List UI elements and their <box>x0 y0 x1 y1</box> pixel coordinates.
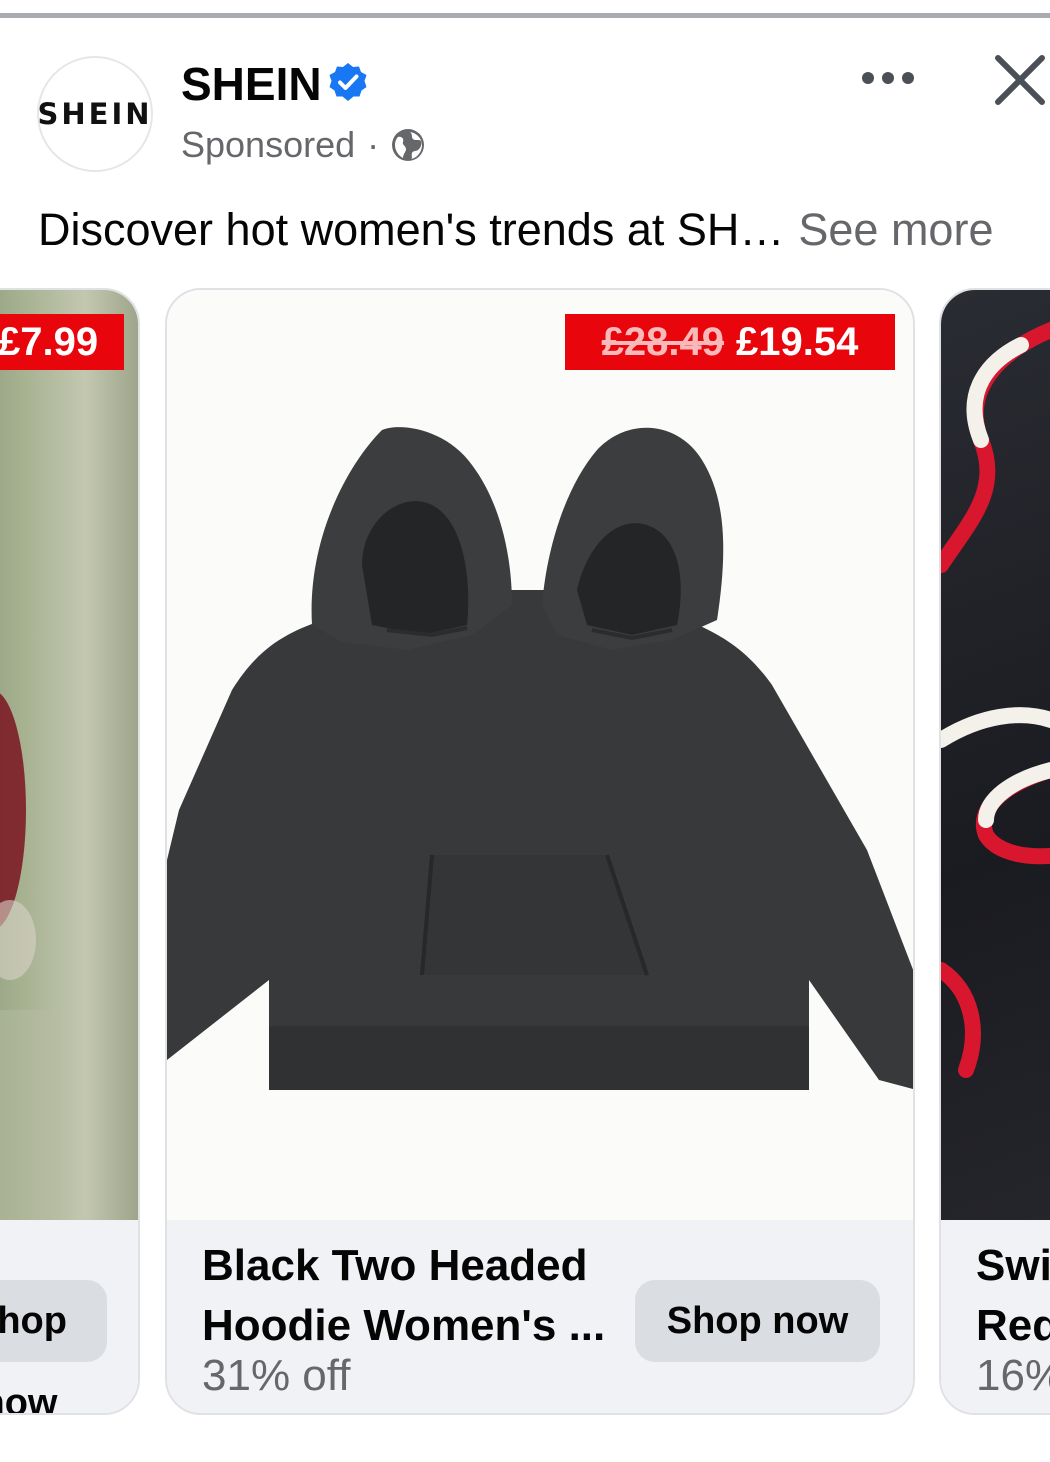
top-divider <box>0 13 1050 18</box>
card-footer: Shop now <box>0 1220 138 1413</box>
caption-text: Discover hot women's trends at SH… <box>38 204 785 255</box>
shop-now-button[interactable]: Shop now <box>635 1280 880 1362</box>
discount-label: 16% <box>976 1351 1050 1400</box>
discount-label: 31% off <box>202 1351 351 1400</box>
page-avatar[interactable]: SHEIN <box>37 56 153 172</box>
carousel-card-current[interactable]: £28.49 £19.54 Black Two Headed Hoodie Wom… <box>165 288 915 1415</box>
two-headed-hoodie-image <box>167 427 913 1090</box>
post-caption: Discover hot women's trends at SH… See mo… <box>38 200 993 260</box>
product-image[interactable]: £7.99 <box>0 290 138 1220</box>
striped-straps-photo-partial <box>941 322 1050 1078</box>
product-title-line-1[interactable]: Black Two Headed <box>202 1240 588 1292</box>
carousel-card-previous[interactable]: £7.99 Shop now <box>0 288 140 1415</box>
card-footer: Swi Red 16% <box>941 1220 1050 1413</box>
see-more-link[interactable]: See more <box>798 204 993 255</box>
avatar-logo-text: SHEIN <box>37 97 153 131</box>
sponsored-label[interactable]: Sponsored <box>181 124 355 166</box>
page-name[interactable]: SHEIN <box>181 58 322 110</box>
model-photo-partial <box>0 693 62 1220</box>
shop-now-button[interactable]: Shop now <box>0 1280 107 1413</box>
more-options-icon[interactable] <box>856 60 920 96</box>
product-image[interactable] <box>941 290 1050 1220</box>
product-title-line-1[interactable]: Swi <box>976 1240 1050 1292</box>
price-old: £28.49 <box>601 320 724 364</box>
card-footer: Black Two Headed Hoodie Women's ... 31% … <box>167 1220 913 1413</box>
price-badge: £28.49 £19.54 <box>565 314 895 370</box>
close-icon[interactable] <box>990 50 1050 110</box>
price-badge: £7.99 <box>0 314 125 370</box>
price-new: £7.99 <box>0 320 99 364</box>
verified-badge-icon <box>329 63 367 101</box>
carousel-card-next[interactable]: Swi Red 16% <box>939 288 1050 1415</box>
product-title-line-2[interactable]: Hoodie Women's ... <box>202 1300 605 1352</box>
product-image[interactable]: £28.49 £19.54 <box>167 290 913 1220</box>
product-title-line-2[interactable]: Red <box>976 1300 1050 1352</box>
globe-icon[interactable] <box>391 128 425 162</box>
post-meta: Sponsored · <box>181 124 425 166</box>
meta-separator: · <box>367 124 380 165</box>
price-new: £19.54 <box>736 320 859 364</box>
